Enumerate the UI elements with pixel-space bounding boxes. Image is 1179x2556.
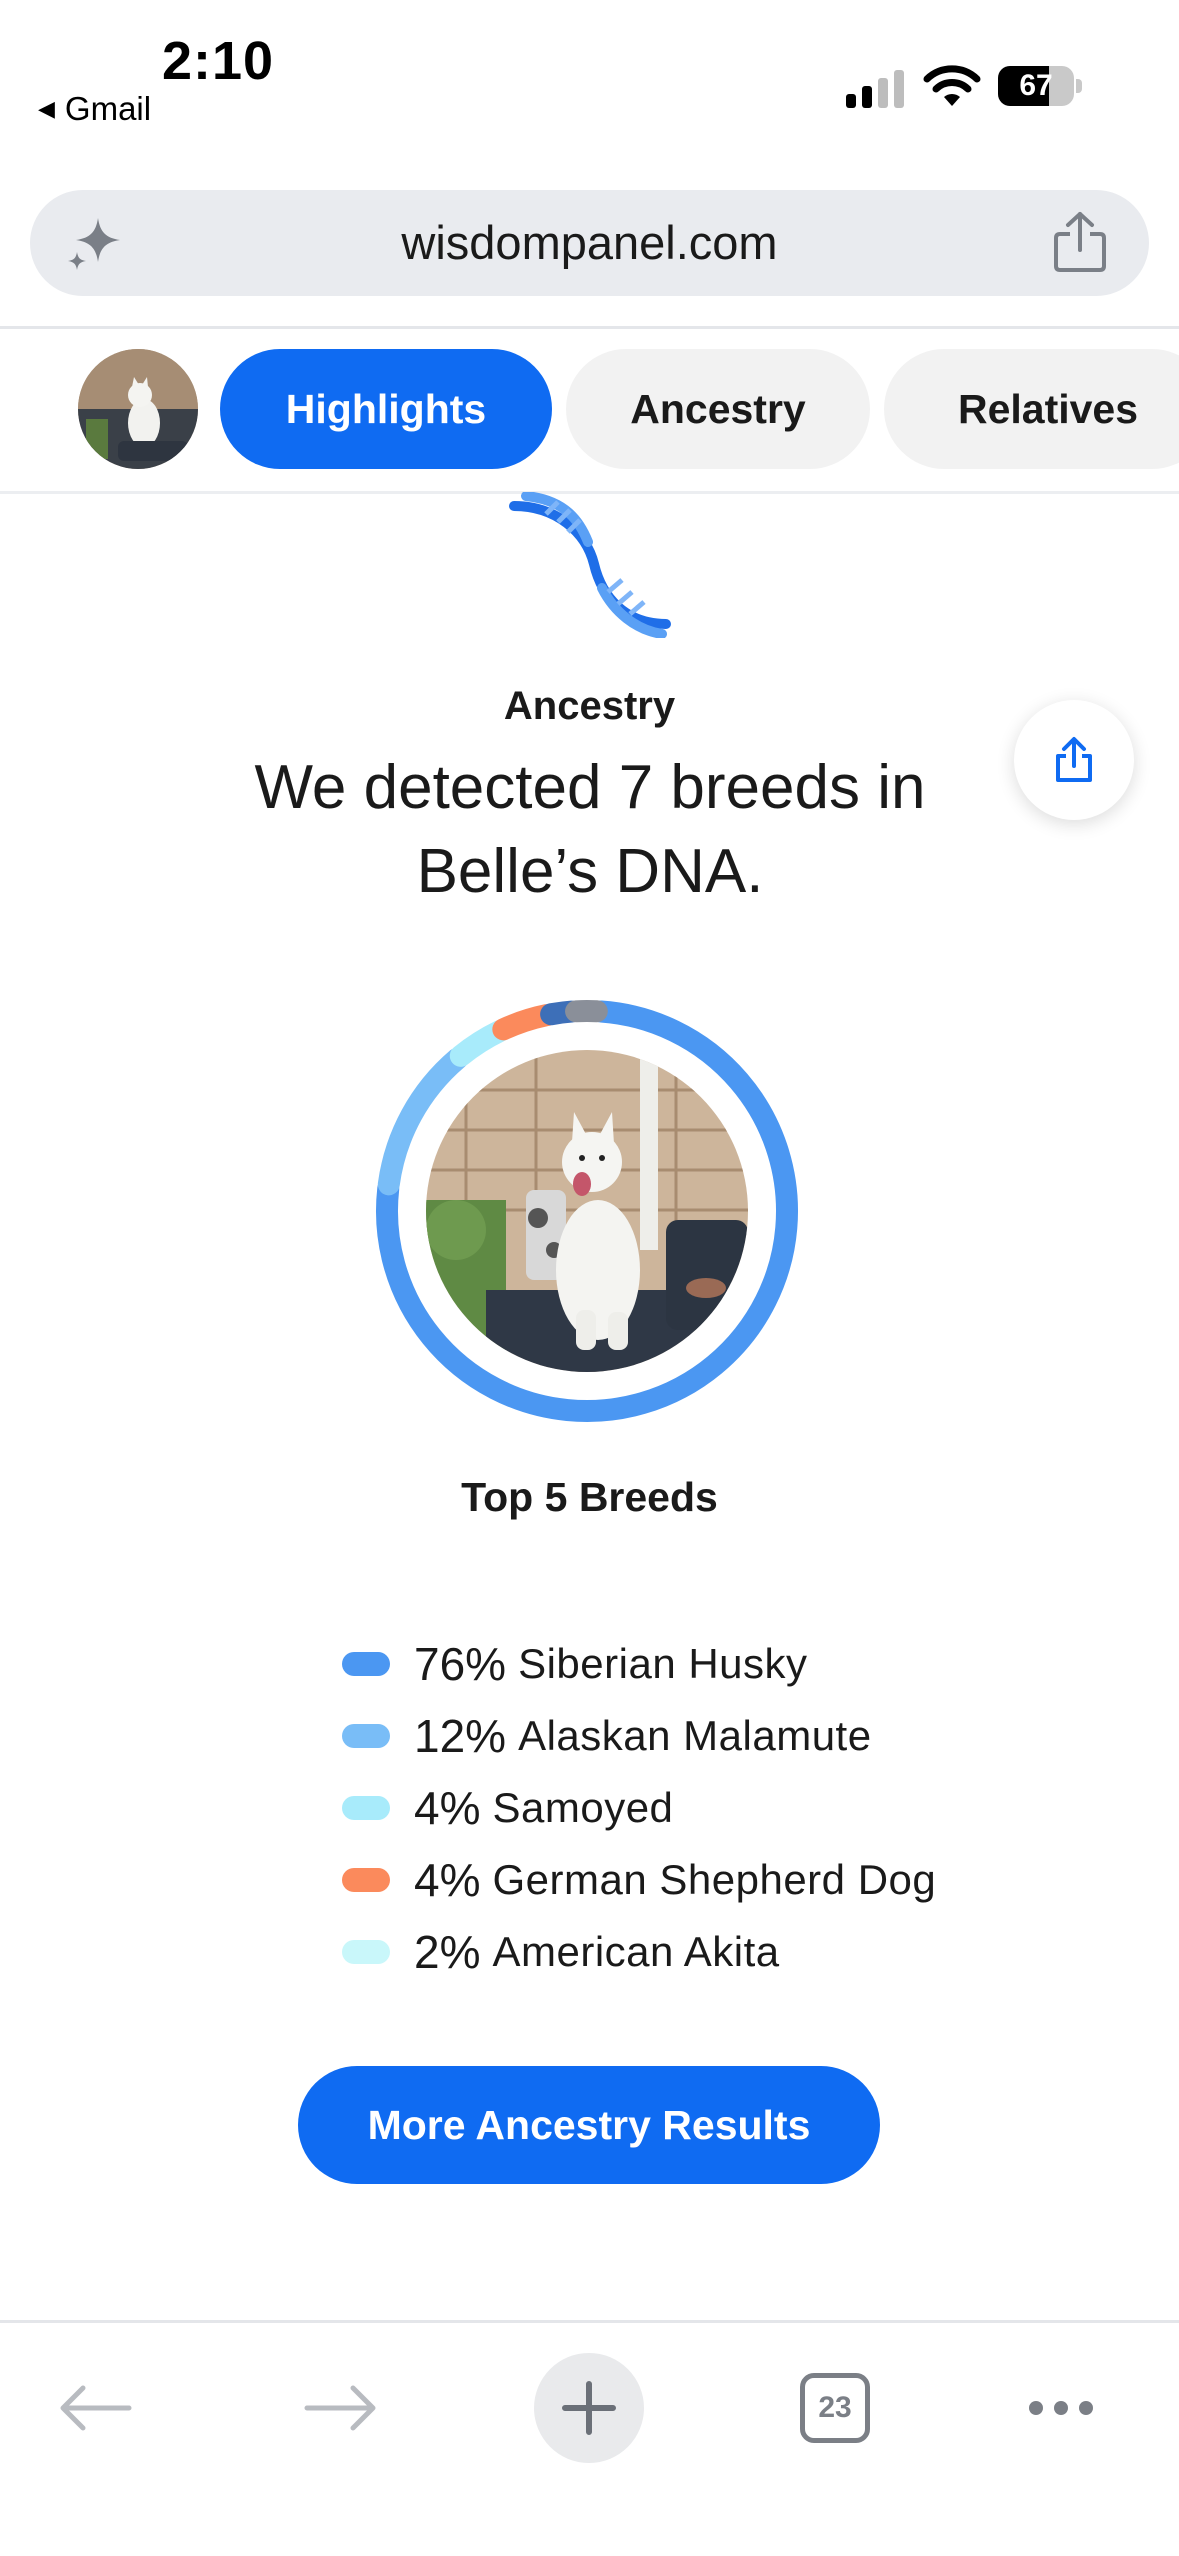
more-ancestry-results-button[interactable]: More Ancestry Results [298, 2066, 880, 2184]
arrow-right-icon [304, 2385, 376, 2431]
dog-avatar-image [78, 349, 198, 469]
share-icon [1056, 737, 1092, 782]
legend-breed-name: German Shepherd Dog [492, 1856, 937, 1903]
breeds-headline: We detected 7 breeds in Belle’s DNA. [254, 753, 926, 906]
status-time: 2:10 [162, 31, 275, 91]
section-label: Ancestry [503, 684, 676, 728]
url-text[interactable]: wisdompanel.com [30, 190, 1149, 296]
legend-breed-name: Alaskan Malamute [518, 1712, 872, 1759]
legend-swatch [342, 1796, 390, 1820]
back-app-label: Gmail [64, 90, 152, 127]
legend-percent: 2% [414, 1926, 481, 1978]
share-results-button[interactable] [1014, 700, 1134, 820]
legend-item: 4% German Shepherd Dog [342, 1844, 1042, 1916]
legend-swatch [342, 1724, 390, 1748]
address-bar[interactable]: wisdompanel.com [30, 190, 1149, 296]
tab-relatives[interactable]: Relatives [884, 349, 1179, 469]
legend-swatch [342, 1940, 390, 1964]
battery-indicator: 67 [998, 64, 1082, 108]
legend-item: 76% Siberian Husky [342, 1628, 1042, 1700]
legend-breed-name: American Akita [492, 1928, 780, 1975]
arrow-left-icon [60, 2385, 132, 2431]
tab-ancestry[interactable]: Ancestry [566, 349, 870, 469]
legend-breed-name: Samoyed [492, 1784, 674, 1831]
back-button[interactable] [40, 2353, 150, 2463]
legend-breed-name: Siberian Husky [518, 1640, 808, 1687]
back-triangle-icon: ◀ [38, 96, 55, 121]
dog-photo [426, 1050, 748, 1372]
legend-item: 4% Samoyed [342, 1772, 1042, 1844]
top-breeds-title: Top 5 Breeds [461, 1474, 718, 1520]
legend-percent: 4% [414, 1782, 481, 1834]
legend-swatch [342, 1868, 390, 1892]
pet-avatar[interactable] [78, 349, 198, 469]
report-tab-nav: Highlights Ancestry Relatives [0, 329, 1179, 493]
legend-swatch [342, 1652, 390, 1676]
more-options-button[interactable] [1006, 2353, 1116, 2463]
battery-level: 67 [1019, 69, 1053, 102]
ring-segment [449, 1020, 511, 1067]
breed-legend: 76% Siberian Husky 12% Alaskan Malamute … [342, 1628, 1042, 1988]
forward-button[interactable] [286, 2353, 396, 2463]
browser-toolbar: 23 [0, 2320, 1179, 2556]
wifi-icon [923, 65, 981, 106]
ring-segment [492, 1004, 558, 1041]
back-to-app-link[interactable]: ◀ Gmail [38, 90, 151, 128]
legend-percent: 12% [414, 1710, 507, 1762]
share-icon[interactable] [1050, 210, 1110, 274]
legend-percent: 76% [414, 1638, 507, 1690]
legend-percent: 4% [414, 1854, 481, 1906]
dna-icon [509, 492, 671, 638]
dog-photo-image [426, 1050, 748, 1372]
tab-highlights[interactable]: Highlights [220, 349, 552, 469]
status-bar: 2:10 ◀ Gmail 67 [0, 0, 1179, 150]
legend-item: 12% Alaskan Malamute [342, 1700, 1042, 1772]
more-dots-icon [1029, 2401, 1093, 2415]
cellular-signal-icon [846, 70, 904, 108]
tab-switcher-button[interactable]: 23 [780, 2353, 890, 2463]
new-tab-button[interactable] [534, 2353, 644, 2463]
tab-count: 23 [800, 2373, 870, 2443]
legend-item: 2% American Akita [342, 1916, 1042, 1988]
plus-icon [562, 2381, 616, 2435]
